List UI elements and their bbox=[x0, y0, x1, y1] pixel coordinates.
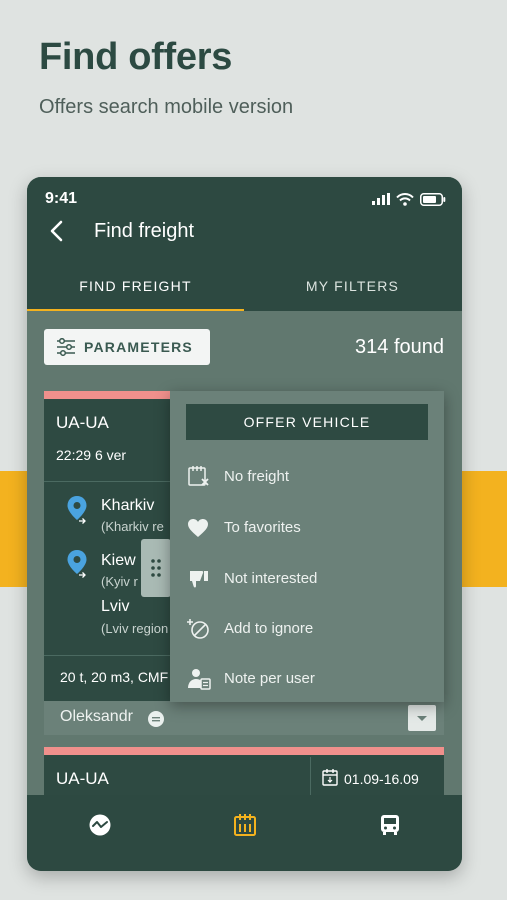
contact-row: Oleksandr bbox=[44, 701, 444, 735]
thumbs-down-icon bbox=[190, 571, 208, 588]
location-pin-icon bbox=[67, 550, 87, 578]
status-icons bbox=[372, 191, 446, 207]
drag-handle[interactable] bbox=[141, 539, 171, 597]
offer-route: UA-UA bbox=[56, 413, 109, 432]
stop-city: Lviv bbox=[101, 598, 130, 615]
divider bbox=[310, 757, 311, 797]
menu-item-no-freight[interactable]: No freight bbox=[170, 452, 444, 502]
results-count: 314 found bbox=[355, 336, 444, 358]
tab-my-filters[interactable]: MY FILTERS bbox=[244, 271, 461, 311]
nav-vehicles[interactable] bbox=[317, 795, 462, 871]
status-time: 9:41 bbox=[45, 190, 78, 207]
bottom-nav bbox=[27, 795, 462, 871]
wifi-icon bbox=[396, 192, 414, 206]
phone-screen: 9:41 Find freight FIND FREIGHT MY FILTER… bbox=[27, 177, 462, 871]
activity-icon bbox=[89, 814, 111, 836]
offer-route: UA-UA bbox=[56, 769, 109, 788]
menu-item-label: Note per user bbox=[224, 670, 315, 687]
drag-dots-icon bbox=[151, 559, 161, 577]
accent-band-left bbox=[0, 471, 28, 587]
chat-lines-icon bbox=[152, 717, 160, 722]
context-menu: OFFER VEHICLE No freight To favorites No bbox=[170, 391, 444, 702]
calendar-icon bbox=[234, 814, 256, 836]
sliders-icon bbox=[57, 338, 75, 356]
offer-dates: 01.09-16.09 bbox=[344, 771, 419, 787]
heart-icon bbox=[188, 519, 208, 537]
menu-item-label: Not interested bbox=[224, 570, 318, 587]
app-bar: 9:41 Find freight FIND FREIGHT MY FILTER… bbox=[27, 177, 462, 311]
card-stripe bbox=[44, 747, 444, 755]
stop-region: (Kyiv r bbox=[101, 574, 138, 589]
hero-title: Find offers bbox=[39, 36, 233, 78]
offer-time: 22:29 6 ver bbox=[56, 447, 126, 463]
chat-icon[interactable] bbox=[148, 711, 164, 727]
menu-item-label: Add to ignore bbox=[224, 620, 314, 637]
menu-item-label: To favorites bbox=[224, 519, 301, 536]
menu-item-note-per-user[interactable]: Note per user bbox=[170, 654, 444, 704]
signal-icon bbox=[372, 193, 390, 205]
nav-activity[interactable] bbox=[27, 795, 172, 871]
parameters-button[interactable]: PARAMETERS bbox=[44, 329, 210, 365]
block-icon bbox=[187, 619, 209, 639]
nav-calendar[interactable] bbox=[172, 795, 317, 871]
cargo-details: 20 t, 20 m3, CMF bbox=[60, 669, 169, 685]
contact-name[interactable]: Oleksandr bbox=[60, 708, 133, 726]
stop-region: (Kharkiv re bbox=[101, 519, 164, 534]
parameters-label: PARAMETERS bbox=[84, 339, 193, 355]
chevron-down-icon bbox=[417, 716, 427, 721]
expand-button[interactable] bbox=[408, 705, 436, 731]
offer-time-value: 22:29 bbox=[56, 447, 92, 463]
calendar-x-icon bbox=[188, 466, 209, 486]
calendar-icon bbox=[322, 769, 338, 786]
offer-date-fragment: 6 ver bbox=[94, 447, 127, 463]
user-note-icon bbox=[188, 669, 211, 690]
battery-icon bbox=[420, 192, 446, 206]
stop-city: Kiew bbox=[101, 552, 136, 569]
menu-item-not-interested[interactable]: Not interested bbox=[170, 554, 444, 604]
menu-item-label: No freight bbox=[224, 468, 290, 485]
stop-city: Kharkiv bbox=[101, 497, 155, 514]
back-arrow-icon[interactable] bbox=[47, 219, 69, 243]
menu-item-add-to-ignore[interactable]: Add to ignore bbox=[170, 604, 444, 654]
stop-region: (Lviv region bbox=[101, 621, 169, 636]
active-tab-indicator bbox=[27, 309, 244, 311]
location-pin-icon bbox=[67, 496, 87, 524]
accent-band-right bbox=[461, 471, 507, 587]
truck-icon bbox=[381, 815, 399, 835]
menu-item-to-favorites[interactable]: To favorites bbox=[170, 503, 444, 553]
hero-subtitle: Offers search mobile version bbox=[39, 96, 294, 118]
page-title: Find freight bbox=[94, 220, 195, 242]
tab-find-freight[interactable]: FIND FREIGHT bbox=[27, 271, 244, 311]
offer-vehicle-button[interactable]: OFFER VEHICLE bbox=[186, 404, 428, 440]
